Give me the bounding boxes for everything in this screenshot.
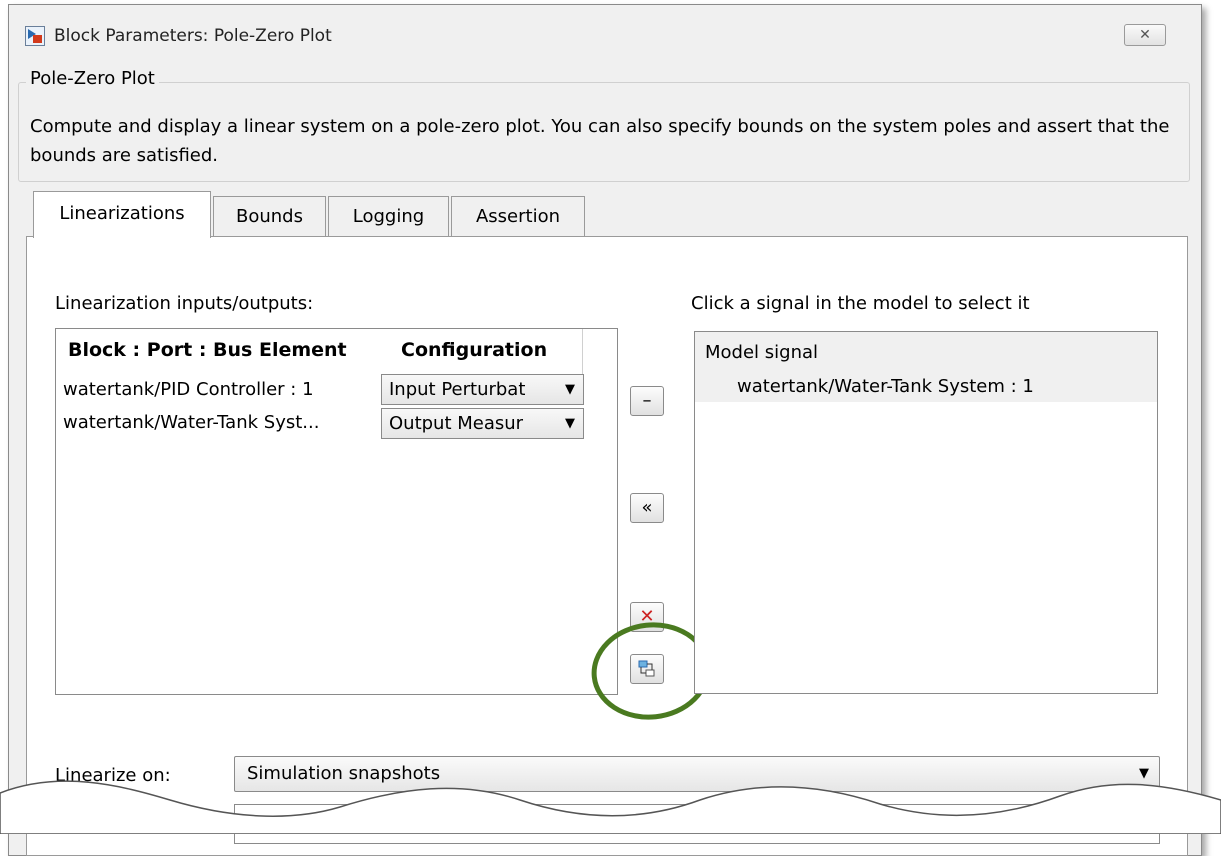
torn-edge — [0, 780, 1221, 834]
